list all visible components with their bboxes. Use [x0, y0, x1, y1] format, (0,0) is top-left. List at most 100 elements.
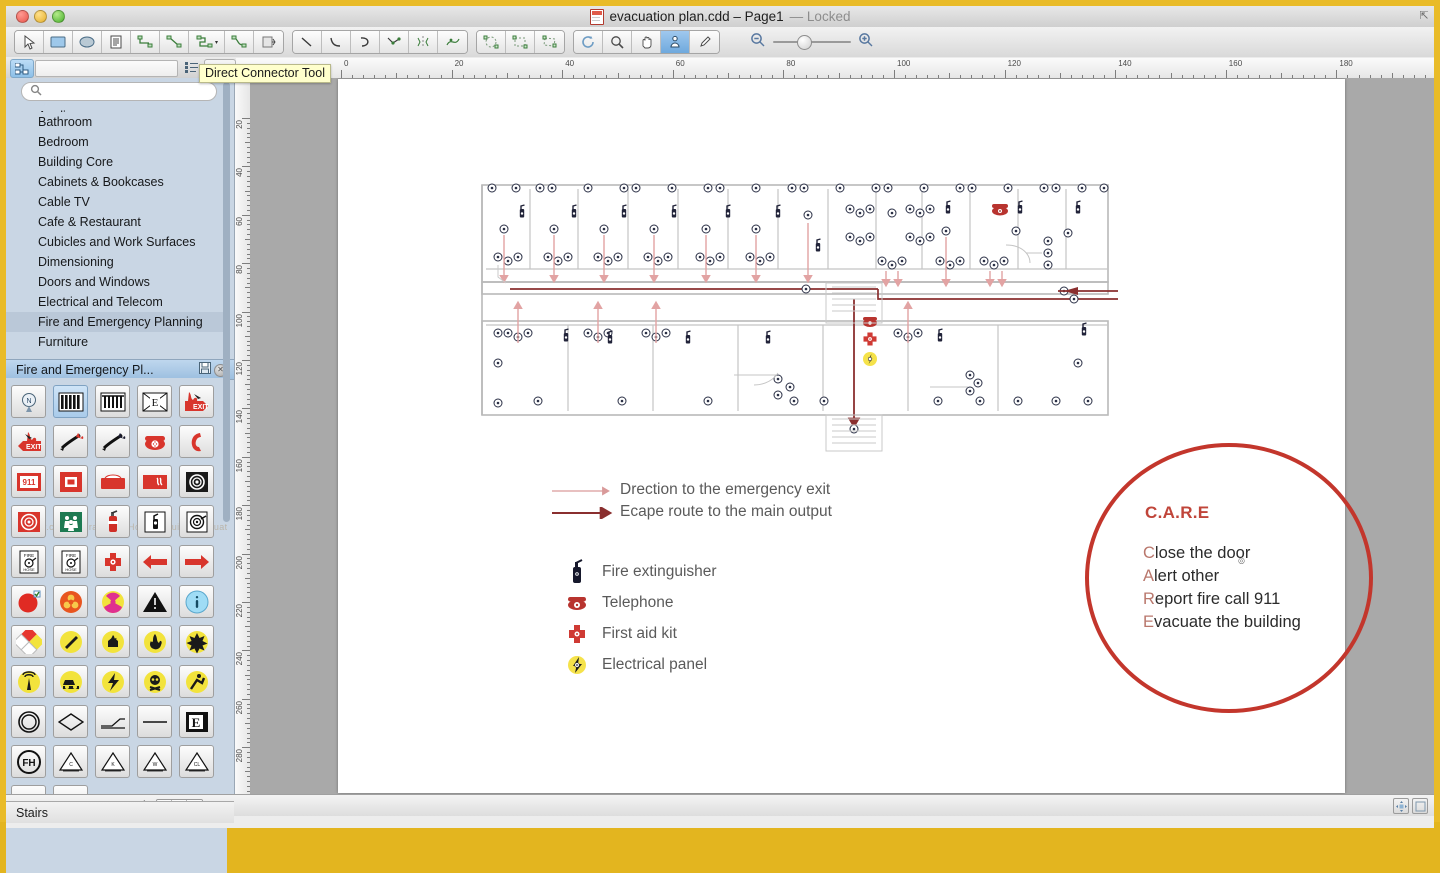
stencil-information-icon[interactable] — [179, 585, 214, 618]
mirror-tool-button[interactable] — [409, 31, 438, 53]
stencil-arrow-left-icon[interactable] — [137, 545, 172, 578]
hand-tool-button[interactable] — [632, 31, 661, 53]
stencil-exit-flame-right-icon[interactable]: EXIT — [179, 385, 214, 418]
stencil-radio-waves-icon[interactable] — [11, 665, 46, 698]
text-tool-button[interactable] — [102, 31, 131, 53]
stencil-fire-hose-cabinet-alt-icon[interactable]: FIREHOSE — [53, 545, 88, 578]
stencil-toxic-icon[interactable] — [137, 665, 172, 698]
stencil-fire-hazard-dark-icon[interactable] — [95, 425, 130, 458]
palette-path-field[interactable] — [35, 60, 178, 77]
resize-widget-icon[interactable] — [1412, 798, 1428, 814]
stencil-hazard-triangle-w-icon[interactable]: W — [137, 745, 172, 778]
rectangle-tool-button[interactable] — [44, 31, 73, 53]
stencil-fire-hydrant-fh-icon[interactable]: FH — [11, 745, 46, 778]
stencil-handset-icon[interactable] — [179, 425, 214, 458]
stencil-sharp-object-icon[interactable] — [53, 625, 88, 658]
rotate-tool-button[interactable] — [477, 31, 506, 53]
stencil-scrollbar[interactable] — [223, 82, 230, 552]
stencil-biohazard-orange-icon[interactable] — [53, 585, 88, 618]
sidebar-item-cubicles-and-work-surfaces[interactable]: Cubicles and Work Surfaces — [6, 232, 227, 252]
stencil-smoke-detector-icon[interactable] — [179, 465, 214, 498]
sidebar-item-fire-and-emergency-planning[interactable]: Fire and Emergency Planning — [6, 312, 227, 332]
sidebar-item-doors-and-windows[interactable]: Doors and Windows — [6, 272, 227, 292]
bezier-connector-tool-button[interactable] — [225, 31, 254, 53]
sidebar-item-electrical-and-telecom[interactable]: Electrical and Telecom — [6, 292, 227, 312]
zoom-slider-knob[interactable] — [797, 35, 812, 50]
document-page[interactable]: Drection to the emergency exitEcape rout… — [338, 79, 1345, 793]
stencil-fire-alarm-bell-icon[interactable] — [11, 505, 46, 538]
zoom-tool-button[interactable] — [603, 31, 632, 53]
sidebar-item-furniture[interactable]: Furniture — [6, 332, 227, 352]
sidebar-item-building-core[interactable]: Building Core — [6, 152, 227, 172]
stencil-stairs-icon[interactable] — [53, 385, 88, 418]
zoom-in-icon[interactable] — [858, 32, 874, 53]
sidebar-item-cable-tv[interactable]: Cable TV — [6, 192, 227, 212]
stencil-flammable-icon[interactable] — [137, 625, 172, 658]
stencil-telephone-icon[interactable] — [137, 425, 172, 458]
stencil-hazard-triangle-c-icon[interactable]: C — [53, 745, 88, 778]
list-view-icon[interactable] — [183, 60, 200, 75]
smart-connector-tool-button[interactable] — [131, 31, 160, 53]
stencil-flammable-building-icon[interactable] — [95, 625, 130, 658]
stencil-warning-triangle-icon[interactable] — [137, 585, 172, 618]
ellipse-tool-button[interactable] — [73, 31, 102, 53]
zoom-slider[interactable] — [773, 41, 851, 43]
stencil-arrow-right-icon[interactable] — [179, 545, 214, 578]
stencil-diamond-outline-icon[interactable] — [53, 705, 88, 738]
line-tool-button[interactable] — [293, 31, 322, 53]
sidebar-item-cabinets-bookcases[interactable]: Cabinets & Bookcases — [6, 172, 227, 192]
pointer-tool-button[interactable] — [15, 31, 44, 53]
distort-tool-button[interactable] — [535, 31, 564, 53]
stencil-fire-blanket-icon[interactable] — [95, 465, 130, 498]
curve-tool-button[interactable] — [351, 31, 380, 53]
floor-plan-drawing[interactable] — [478, 179, 1118, 464]
arc-tool-button[interactable] — [322, 31, 351, 53]
connector-end-tool-button[interactable] — [254, 31, 283, 53]
stencil-falling-hazard-icon[interactable] — [179, 665, 214, 698]
stencil-fire-alarm-box-icon[interactable] — [53, 465, 88, 498]
pan-widget-icon[interactable] — [1393, 798, 1409, 814]
scale-tool-button[interactable] — [506, 31, 535, 53]
stencil-hazard-triangle-k-icon[interactable]: K — [95, 745, 130, 778]
stencil-stop-circle-icon[interactable] — [11, 585, 46, 618]
library-toggle-icon[interactable] — [10, 59, 34, 78]
stencil-nfpa-diamond-icon[interactable] — [11, 625, 46, 658]
stencil-machinery-icon[interactable] — [53, 665, 88, 698]
stencil-fire-hose-reel-icon[interactable] — [179, 505, 214, 538]
zoom-out-icon[interactable] — [750, 32, 766, 53]
stencil-straight-line-icon[interactable] — [137, 705, 172, 738]
stencil-stairs-alt-icon[interactable] — [95, 385, 130, 418]
round-connector-tool-button[interactable] — [189, 31, 225, 53]
smooth-tool-button[interactable] — [438, 31, 467, 53]
stencil-assembly-point-icon[interactable] — [53, 505, 88, 538]
direct-connector-tool-button[interactable] — [160, 31, 189, 53]
sidebar-item-dimensioning[interactable]: Dimensioning — [6, 252, 227, 272]
window-resize-handle[interactable]: ⇱ — [1418, 10, 1430, 22]
sidebar-item-bathroom[interactable]: Bathroom — [6, 112, 227, 132]
stencil-fire-hazard-icon[interactable] — [53, 425, 88, 458]
stencil-explosive-icon[interactable] — [179, 625, 214, 658]
stencil-hazard-triangle-cl-icon[interactable]: CL — [179, 745, 214, 778]
stencil-exit-flame-left-icon[interactable]: EXIT — [11, 425, 46, 458]
polyline-tool-button[interactable] — [380, 31, 409, 53]
stencil-fire-hose-cabinet-icon[interactable]: FIREHOSE — [11, 545, 46, 578]
sidebar-item-cafe-restaurant[interactable]: Cafe & Restaurant — [6, 212, 227, 232]
stencil-radiation-icon[interactable] — [95, 585, 130, 618]
stencil-first-aid-kit-icon[interactable] — [95, 545, 130, 578]
stencil-electrical-hazard-icon[interactable] — [95, 665, 130, 698]
save-icon[interactable] — [199, 361, 211, 379]
stencil-exit-e-box-icon[interactable]: E — [179, 705, 214, 738]
canvas-area[interactable]: Drection to the emergency exitEcape rout… — [250, 78, 1434, 794]
stencil-call-911-icon[interactable]: 911 — [11, 465, 46, 498]
stamp-tool-button[interactable] — [661, 31, 690, 53]
eyedropper-tool-button[interactable] — [690, 31, 719, 53]
stencil-north-arrow-icon[interactable]: N — [11, 385, 46, 418]
search-input[interactable] — [21, 82, 217, 101]
sidebar-item-bedroom[interactable]: Bedroom — [6, 132, 227, 152]
category-list[interactable]: AppliancesBathroomBedroomBuilding CoreCa… — [6, 106, 227, 359]
stencil-fire-flag-icon[interactable] — [137, 465, 172, 498]
stencil-extinguisher-sign-icon[interactable] — [137, 505, 172, 538]
stencil-slope-line-icon[interactable] — [95, 705, 130, 738]
stencil-circle-outline-icon[interactable] — [11, 705, 46, 738]
refresh-tool-button[interactable] — [574, 31, 603, 53]
